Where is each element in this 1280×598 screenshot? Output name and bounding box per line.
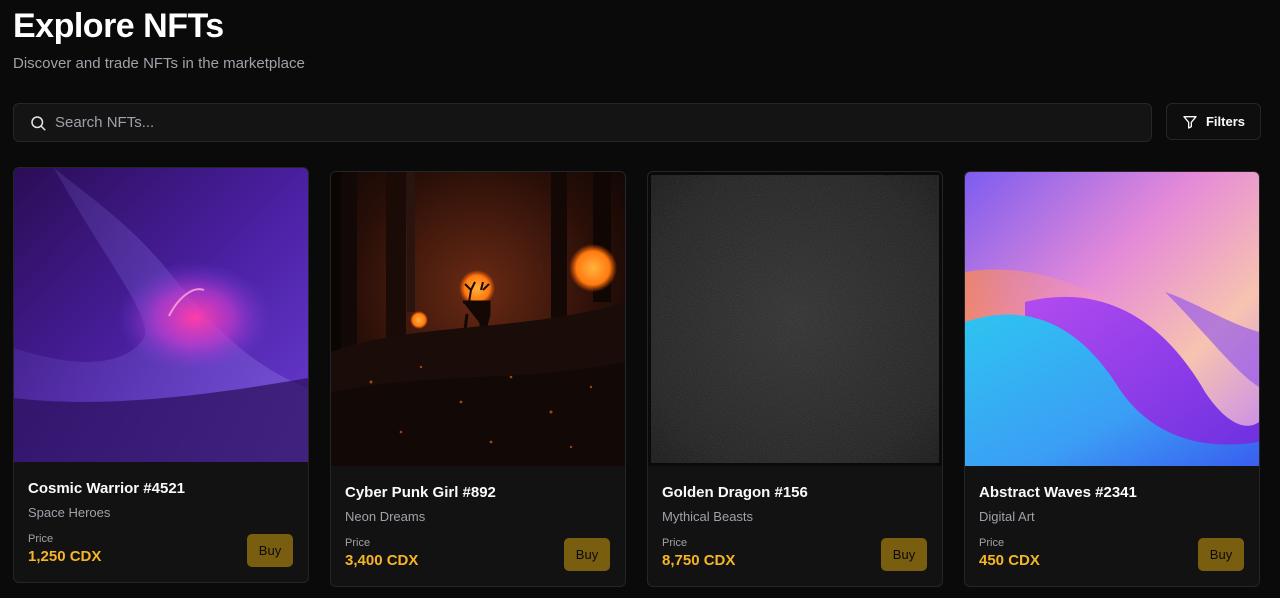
nft-card[interactable]: Cosmic Warrior #4521 Space Heroes Price …	[13, 167, 309, 583]
nft-name: Golden Dragon #156	[662, 484, 808, 501]
price-label: Price	[28, 533, 54, 545]
nft-card[interactable]: Abstract Waves #2341 Digital Art Price 4…	[964, 171, 1260, 587]
buy-button[interactable]: Buy	[564, 538, 610, 571]
page-title: Explore NFTs	[13, 7, 224, 45]
nft-collection: Mythical Beasts	[662, 509, 754, 524]
search-input[interactable]	[55, 114, 1055, 131]
filter-icon	[1183, 115, 1197, 129]
price-label: Price	[662, 537, 688, 549]
filters-button[interactable]: Filters	[1166, 103, 1261, 140]
nft-card[interactable]: Cyber Punk Girl #892 Neon Dreams Price 3…	[330, 171, 626, 587]
nft-name: Cyber Punk Girl #892	[345, 484, 496, 501]
nft-price: 1,250 CDX	[28, 548, 102, 565]
filters-label: Filters	[1205, 114, 1245, 129]
buy-button[interactable]: Buy	[881, 538, 927, 571]
nft-collection: Space Heroes	[28, 505, 111, 520]
search-icon	[31, 115, 46, 130]
nft-image	[648, 172, 942, 466]
nft-image	[965, 172, 1259, 466]
nft-price: 3,400 CDX	[345, 552, 419, 569]
explore-page: Explore NFTs Discover and trade NFTs in …	[0, 0, 1280, 598]
nft-image	[331, 172, 625, 466]
price-label: Price	[979, 537, 1005, 549]
nft-price: 450 CDX	[979, 552, 1040, 569]
nft-collection: Digital Art	[979, 509, 1035, 524]
nft-price: 8,750 CDX	[662, 552, 736, 569]
buy-button[interactable]: Buy	[247, 534, 293, 567]
nft-card[interactable]: Golden Dragon #156 Mythical Beasts Price…	[647, 171, 943, 587]
nft-image	[14, 168, 308, 462]
nft-name: Abstract Waves #2341	[979, 484, 1137, 501]
page-subtitle: Discover and trade NFTs in the marketpla…	[13, 55, 305, 72]
price-label: Price	[345, 537, 371, 549]
nft-collection: Neon Dreams	[345, 509, 426, 524]
search-bar[interactable]	[13, 103, 1152, 142]
buy-button[interactable]: Buy	[1198, 538, 1244, 571]
nft-name: Cosmic Warrior #4521	[28, 480, 186, 497]
